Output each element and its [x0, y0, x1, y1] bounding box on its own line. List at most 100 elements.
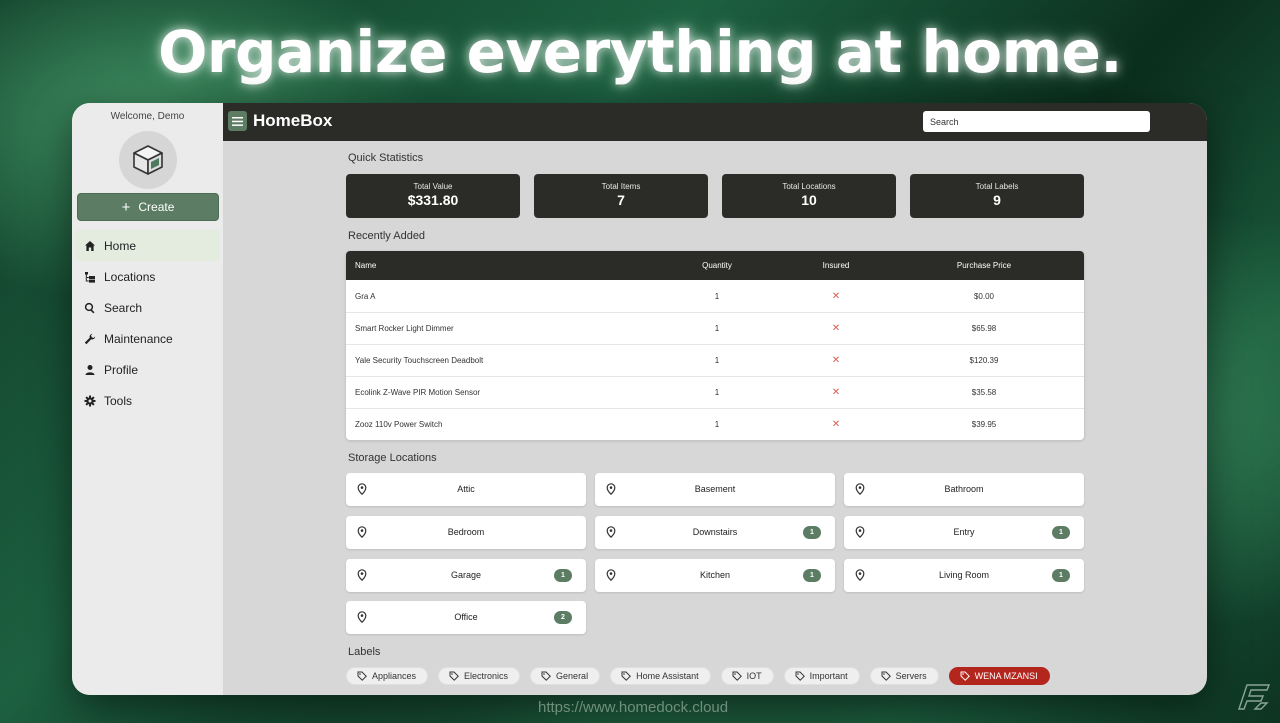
label-chip-general[interactable]: General	[530, 667, 601, 685]
cell-name: Zooz 110v Power Switch	[355, 420, 443, 429]
label-name: Electronics	[464, 671, 509, 681]
sidebar-item-profile[interactable]: Profile	[75, 354, 220, 385]
footer-url: https://www.homedock.cloud	[538, 699, 729, 716]
location-card-living-room[interactable]: Living Room 1	[844, 559, 1084, 592]
cell-name: Gra A	[355, 291, 376, 301]
label-chip-iot[interactable]: IOT	[720, 667, 774, 685]
cell-name: Smart Rocker Light Dimmer	[355, 324, 454, 333]
label-name: Appliances	[372, 671, 417, 681]
item-count-badge: 1	[803, 526, 821, 539]
label-name: WENA MZANSI	[974, 671, 1038, 681]
tag-icon	[795, 671, 805, 681]
table-row[interactable]: Ecolink Z-Wave PIR Motion Sensor 1 ✕ $35…	[346, 376, 1084, 408]
location-card-entry[interactable]: Entry 1	[844, 516, 1084, 549]
cell-price: $120.39	[969, 356, 999, 365]
tag-icon	[357, 671, 367, 681]
not-insured-icon: ✕	[831, 355, 841, 366]
location-card-kitchen[interactable]: Kitchen 1	[595, 559, 835, 592]
label-name: General	[556, 671, 589, 681]
tag-icon	[732, 671, 742, 681]
label-chip-electronics[interactable]: Electronics	[438, 667, 521, 685]
tag-icon	[621, 671, 631, 681]
item-count-badge: 1	[554, 569, 572, 582]
create-button[interactable]: + Create	[77, 193, 219, 221]
location-card-basement[interactable]: Basement	[595, 473, 835, 506]
sidebar-nav: Home Locations Search Maintenance Profil…	[75, 230, 220, 416]
location-card-garage[interactable]: Garage 1	[346, 559, 586, 592]
recently-added-title: Recently Added	[348, 230, 426, 242]
cell-name: Ecolink Z-Wave PIR Motion Sensor	[355, 388, 481, 397]
table-header: Name Quantity Insured Purchase Price	[346, 251, 1084, 280]
cell-quantity: 1	[714, 291, 720, 301]
label-chip-important[interactable]: Important	[783, 667, 860, 685]
sidebar-item-maintenance[interactable]: Maintenance	[75, 323, 220, 354]
label-chip-home-assistant[interactable]: Home Assistant	[610, 667, 711, 685]
cell-price: $35.58	[971, 388, 997, 397]
gear-icon	[84, 395, 96, 406]
search-icon	[84, 302, 95, 313]
table-row[interactable]: Smart Rocker Light Dimmer 1 ✕ $65.98	[346, 312, 1084, 344]
tag-icon	[449, 671, 459, 681]
stat-label: Total Locations	[782, 182, 836, 191]
sidebar: Welcome, Demo + Create Home Locations Se…	[72, 103, 223, 695]
column-header-name[interactable]: Name	[346, 261, 646, 270]
label-chip-servers[interactable]: Servers	[869, 667, 939, 685]
box-logo-icon	[133, 145, 163, 175]
welcome-text: Welcome, Demo	[110, 111, 185, 122]
label-chip-wena-mzansi[interactable]: WENA MZANSI	[948, 667, 1050, 685]
cell-quantity: 1	[714, 420, 720, 429]
sidebar-item-home[interactable]: Home	[75, 230, 220, 261]
location-name: Bathroom	[944, 484, 984, 494]
not-insured-icon: ✕	[831, 419, 841, 430]
column-header-insured[interactable]: Insured	[788, 261, 884, 270]
location-card-bathroom[interactable]: Bathroom	[844, 473, 1084, 506]
sidebar-item-locations[interactable]: Locations	[75, 261, 220, 292]
stat-card-total-value: Total Value $331.80	[346, 174, 520, 218]
recent-items-table: Name Quantity Insured Purchase Price Gra…	[346, 251, 1084, 440]
not-insured-icon: ✕	[831, 323, 841, 334]
stat-card-total-items: Total Items 7	[534, 174, 708, 218]
location-name: Living Room	[938, 570, 990, 580]
hamburger-icon	[232, 116, 243, 126]
cell-quantity: 1	[714, 356, 720, 365]
location-card-downstairs[interactable]: Downstairs 1	[595, 516, 835, 549]
cell-quantity: 1	[714, 324, 720, 333]
menu-button[interactable]	[228, 111, 247, 131]
label-name: Servers	[895, 671, 927, 681]
sidebar-item-search[interactable]: Search	[75, 292, 220, 323]
wrench-icon	[84, 333, 96, 344]
column-header-price[interactable]: Purchase Price	[884, 261, 1084, 270]
stat-card-total-labels: Total Labels 9	[910, 174, 1084, 218]
brand-title[interactable]: HomeBox	[253, 111, 332, 131]
table-row[interactable]: Yale Security Touchscreen Deadbolt 1 ✕ $…	[346, 344, 1084, 376]
tag-icon	[960, 671, 970, 681]
column-header-quantity[interactable]: Quantity	[646, 261, 788, 270]
label-name: IOT	[746, 671, 762, 681]
stat-label: Total Value	[413, 182, 453, 191]
table-row[interactable]: Zooz 110v Power Switch 1 ✕ $39.95	[346, 408, 1084, 440]
plus-icon: +	[121, 198, 131, 216]
stat-card-total-locations: Total Locations 10	[722, 174, 896, 218]
location-name: Office	[454, 612, 478, 622]
location-card-bedroom[interactable]: Bedroom	[346, 516, 586, 549]
sidebar-item-label: Home	[104, 238, 137, 253]
stat-value: 10	[801, 192, 817, 208]
location-card-office[interactable]: Office 2	[346, 601, 586, 634]
search-input[interactable]	[923, 111, 1150, 132]
sidebar-item-label: Profile	[104, 362, 139, 377]
location-name: Garage	[450, 570, 482, 580]
person-icon	[85, 364, 95, 375]
cell-price: $0.00	[973, 291, 995, 301]
sidebar-item-label: Tools	[104, 393, 133, 408]
location-name: Attic	[457, 484, 475, 494]
label-chip-appliances[interactable]: Appliances	[346, 667, 429, 685]
sidebar-item-tools[interactable]: Tools	[75, 385, 220, 416]
location-card-attic[interactable]: Attic	[346, 473, 586, 506]
not-insured-icon: ✕	[831, 387, 841, 398]
table-row[interactable]: Gra A 1 ✕ $0.00	[346, 280, 1084, 312]
stat-label: Total Labels	[975, 182, 1019, 191]
top-bar: HomeBox	[223, 103, 1207, 141]
avatar	[119, 131, 177, 189]
item-count-badge: 1	[1052, 526, 1070, 539]
stat-value: $331.80	[407, 192, 459, 208]
